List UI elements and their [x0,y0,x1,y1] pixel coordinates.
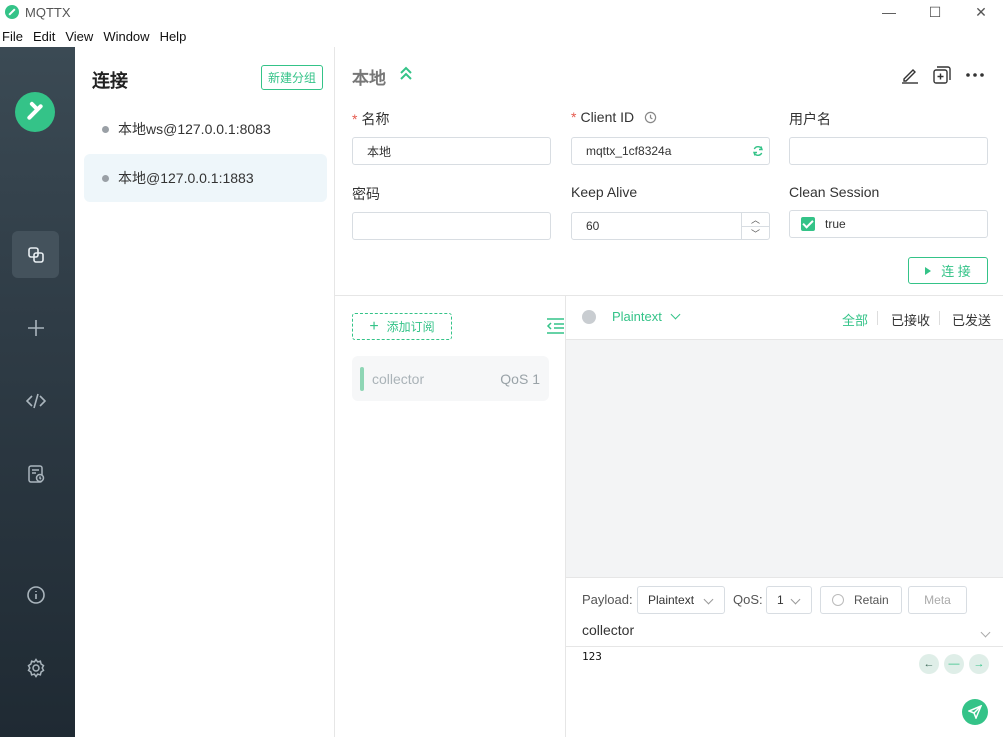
keepalive-label: Keep Alive [571,184,638,200]
title-bar: MQTTX — ☐ ✕ [0,0,1003,24]
close-button[interactable]: ✕ [958,0,1003,24]
message-list[interactable] [566,340,1003,577]
menu-help[interactable]: Help [158,27,189,47]
edit-icon[interactable] [900,65,920,85]
connection-label: 本地ws@127.0.0.1:8083 [118,121,271,137]
collapse-chevron-icon[interactable] [398,64,414,82]
status-dot [102,125,109,133]
name-label: * 名称 [352,111,390,127]
clean-session-field[interactable]: true [789,210,988,238]
name-input[interactable]: 本地 [352,137,551,165]
connection-item-active[interactable]: 本地@127.0.0.1:1883 [84,154,327,202]
arrow-right-icon[interactable]: → [969,654,989,674]
payload-label: Payload: [582,592,633,607]
mqttx-logo [15,92,55,132]
message-format-select[interactable]: Plaintext [612,309,681,324]
connections-icon[interactable] [12,231,59,278]
settings-icon[interactable] [12,644,59,691]
menu-edit[interactable]: Edit [31,27,57,47]
subscription-item[interactable]: collector QoS 1 [352,356,549,401]
payload-editor[interactable]: 123 [582,650,602,663]
menu-window[interactable]: Window [101,27,151,47]
menu-file[interactable]: File [0,27,25,47]
status-dot [102,174,109,182]
connection-label: 本地@127.0.0.1:1883 [118,170,254,186]
client-id-label: * Client ID [571,109,657,125]
play-icon [925,266,932,275]
password-input[interactable] [352,212,551,240]
subscription-qos: QoS 1 [500,370,540,387]
send-icon [968,705,982,719]
retain-radio-icon [832,594,844,606]
collapse-subscriptions-icon[interactable] [545,317,565,335]
connection-item[interactable]: 本地ws@127.0.0.1:8083 [84,105,327,153]
arrow-left-icon[interactable]: ← [919,654,939,674]
filter-all-tab[interactable]: 全部 [842,310,868,329]
subscriptions-panel: + 添加订阅 collector QoS 1 [335,296,566,737]
keepalive-stepper[interactable]: ︿ ﹀ [741,213,769,239]
more-icon[interactable] [965,65,985,85]
publish-topic-input[interactable]: collector [582,622,634,638]
nav-rail [0,47,75,737]
help-icon[interactable] [582,310,596,324]
decrement-icon[interactable]: ﹀ [742,227,769,240]
divider [566,646,1003,647]
new-window-icon[interactable] [932,65,952,85]
divider [877,311,878,325]
send-button[interactable] [962,699,988,725]
connect-button[interactable]: 连 接 [908,257,988,284]
chevron-down-icon [670,309,681,320]
menu-view[interactable]: View [63,27,95,47]
divider [939,311,940,325]
retain-toggle[interactable]: Retain [820,586,902,614]
filter-received-tab[interactable]: 已接收 [891,310,930,329]
info-icon[interactable] [12,571,59,618]
plus-icon: + [369,317,379,335]
chevron-down-icon [790,594,801,605]
subscription-topic: collector [372,370,425,387]
messages-toolbar: Plaintext 全部 已接收 已发送 [566,296,1003,340]
keepalive-input[interactable]: 60 ︿ ﹀ [571,212,770,240]
username-input[interactable] [789,137,988,165]
clean-session-checkbox[interactable] [801,217,815,231]
publish-panel: Payload: Plaintext QoS: 1 Retain Meta co… [566,577,1003,737]
qos-label: QoS: [733,592,763,607]
filter-sent-tab[interactable]: 已发送 [952,310,991,329]
connection-detail: 本地 * 名称 本地 * Client ID mqttx_1cf8324a 用户名 … [335,47,1003,737]
messages-panel: Plaintext 全部 已接收 已发送 Payload: Plaintext … [566,296,1003,737]
meta-button[interactable]: Meta [908,586,967,614]
password-label: 密码 [352,186,380,202]
script-icon[interactable] [12,377,59,424]
username-label: 用户名 [789,111,831,127]
qos-select[interactable]: 1 [766,586,812,614]
app-logo-icon [5,5,19,19]
menu-bar: File Edit View Window Help [0,27,194,47]
minus-icon[interactable]: — [944,654,964,674]
new-group-button[interactable]: 新建分组 [261,65,323,90]
payload-format-select[interactable]: Plaintext [637,586,725,614]
clean-session-label: Clean Session [789,184,880,200]
plus-icon[interactable] [12,304,59,351]
clock-icon[interactable] [644,111,657,124]
minimize-button[interactable]: — [866,0,912,24]
chevron-down-icon[interactable] [980,624,991,639]
increment-icon[interactable]: ︿ [742,213,769,227]
window-title: MQTTX [25,4,71,20]
client-id-input[interactable]: mqttx_1cf8324a [571,137,770,165]
page-title: 本地 [352,69,386,88]
log-icon[interactable] [12,450,59,497]
add-subscription-button[interactable]: + 添加订阅 [352,313,452,340]
subscription-color-bar [360,366,364,391]
connections-heading: 连接 [92,71,128,91]
chevron-down-icon [703,594,714,605]
maximize-button[interactable]: ☐ [912,0,958,24]
refresh-icon[interactable] [752,145,764,157]
connection-list-panel: 连接 新建分组 本地ws@127.0.0.1:8083 本地@127.0.0.1… [75,47,335,737]
